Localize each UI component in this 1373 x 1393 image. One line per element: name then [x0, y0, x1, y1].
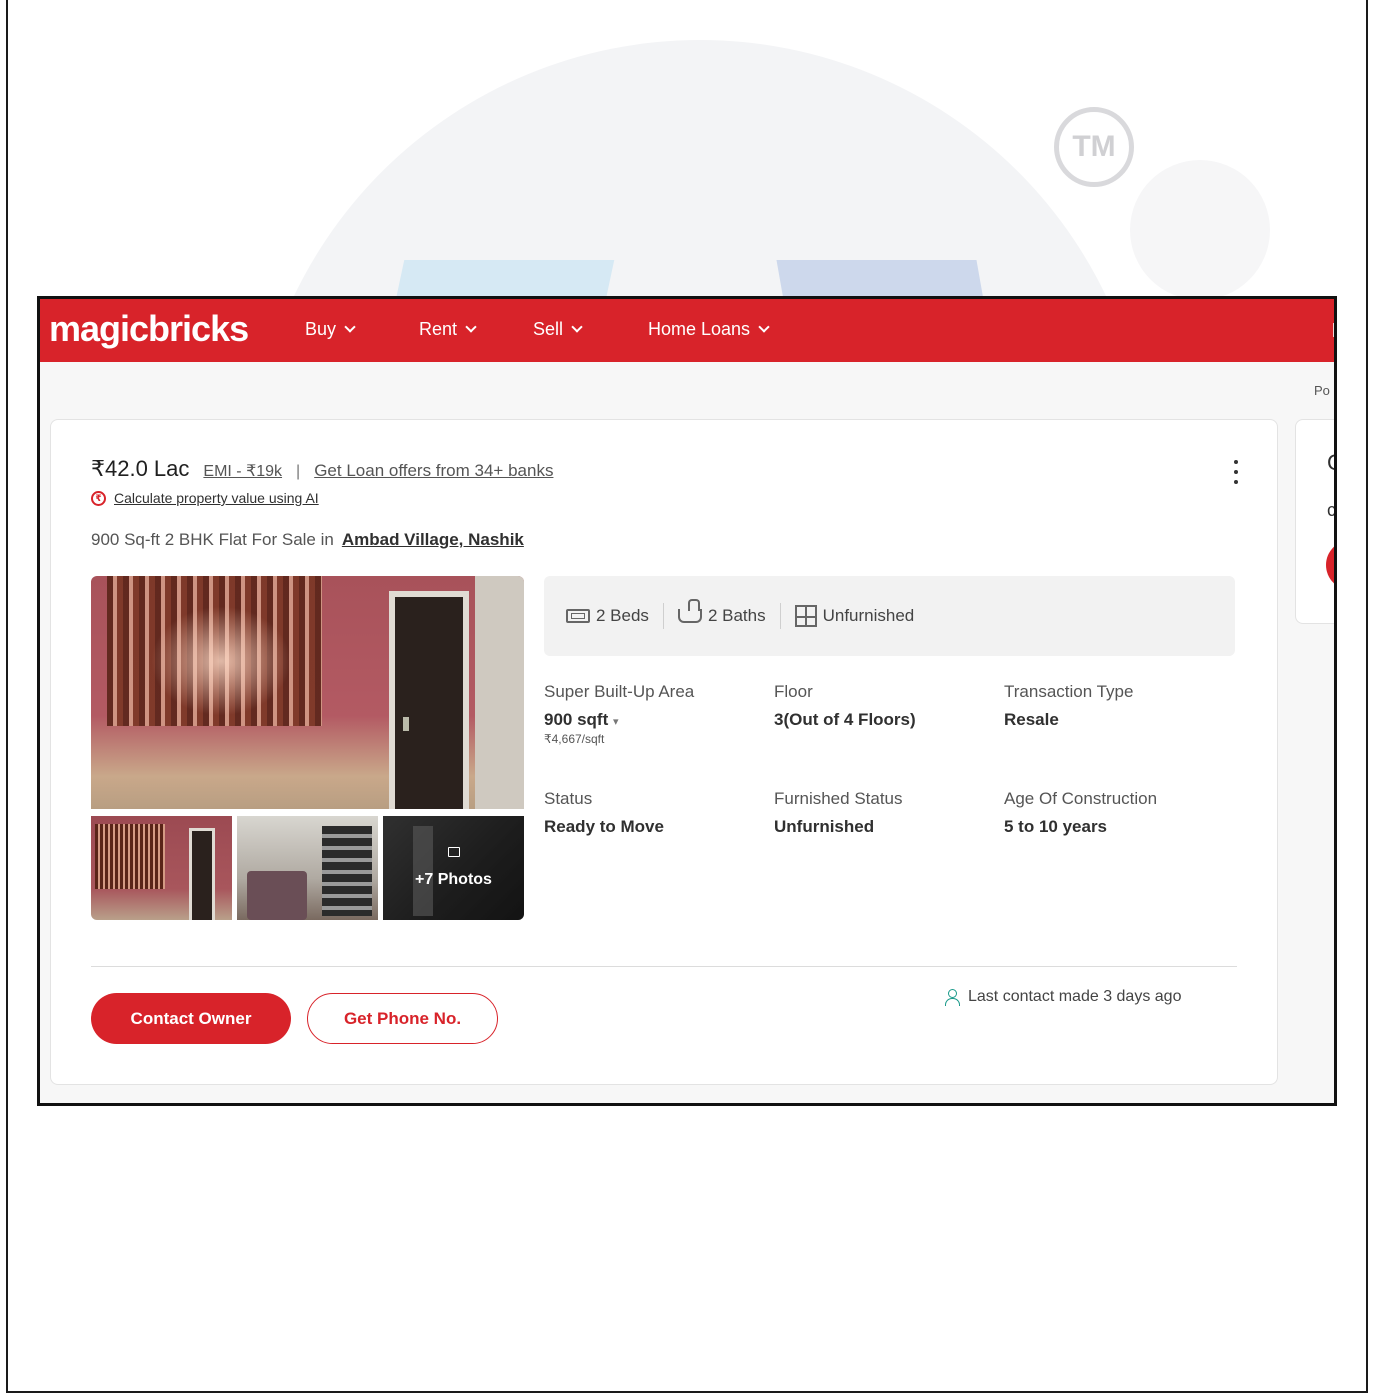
chevron-down-icon: [344, 321, 356, 333]
nav-rent-label: Rent: [419, 319, 458, 339]
photo-door: [389, 591, 469, 809]
magicbricks-logo[interactable]: magicbricks: [49, 308, 249, 350]
top-navigation: magicbricks Buy Rent Sell Home Loans: [40, 299, 1334, 362]
calculator-icon: ₹: [91, 490, 106, 506]
nav-sell[interactable]: Sell: [533, 319, 583, 340]
more-photos-overlay[interactable]: +7 Photos: [383, 816, 524, 920]
chevron-down-icon: [465, 321, 477, 333]
photo-light: [151, 606, 291, 716]
caret-down-icon[interactable]: ▾: [613, 716, 619, 728]
screenshot-window: magicbricks Buy Rent Sell Home Loans Po …: [37, 296, 1337, 1106]
amenity-furnishing-label: Unfurnished: [822, 606, 915, 625]
watermark-band: [776, 260, 984, 300]
price-separator: |: [296, 463, 301, 480]
spec-status: Status Ready to Move: [544, 789, 664, 837]
breadcrumb[interactable]: Po: [1314, 383, 1330, 398]
locality-link[interactable]: Ambad Village, Nashik: [342, 530, 524, 550]
last-contact-text: Last contact made 3 days ago: [968, 988, 1182, 1005]
spec-status-value: Ready to Move: [544, 817, 664, 836]
price-per-sqft: ₹4,667/sqft: [544, 732, 605, 746]
spec-age: Age Of Construction 5 to 10 years: [1004, 789, 1157, 837]
image-icon: [447, 847, 460, 857]
bath-icon: [677, 599, 702, 623]
amenity-baths-label: 2 Baths: [707, 606, 766, 625]
spec-transaction: Transaction Type Resale: [1004, 682, 1133, 730]
property-title: 900 Sq-ft 2 BHK Flat For Sale in Ambad V…: [91, 530, 524, 550]
amenity-furnishing: Unfurnished: [794, 605, 915, 627]
side-panel-heading: C: [1327, 450, 1334, 476]
watermark-background: TM: [0, 0, 1373, 300]
main-property-photo[interactable]: [91, 576, 524, 809]
spec-transaction-label: Transaction Type: [1004, 682, 1134, 701]
emi-link[interactable]: EMI - ₹19k: [203, 461, 282, 481]
spec-area-value: 900 sqft: [544, 710, 609, 729]
trademark-icon: TM: [1054, 107, 1134, 187]
photo-thumbnail[interactable]: [237, 816, 378, 920]
side-panel-button[interactable]: [1326, 540, 1334, 590]
watermark-shape: [1130, 160, 1270, 300]
property-card: ₹42.0 Lac EMI - ₹19k | Get Loan offers f…: [50, 419, 1278, 1085]
nav-buy[interactable]: Buy: [305, 319, 356, 340]
nav-sell-label: Sell: [533, 319, 564, 339]
calculate-value-row[interactable]: ₹ Calculate property value using AI: [91, 490, 319, 506]
user-icon: [944, 989, 960, 1006]
spec-floor-value: 3(Out of 4 Floors): [774, 710, 916, 729]
get-phone-button[interactable]: Get Phone No.: [307, 993, 498, 1044]
spec-transaction-value: Resale: [1004, 710, 1059, 729]
nav-home-loans[interactable]: Home Loans: [648, 319, 770, 340]
more-options-icon[interactable]: [1231, 460, 1241, 484]
spec-floor: Floor 3(Out of 4 Floors): [774, 682, 916, 730]
spec-area-label: Super Built-Up Area: [544, 682, 695, 701]
spec-area: Super Built-Up Area 900 sqft ▾ ₹4,667/sq…: [544, 682, 694, 746]
amenities-bar: 2 Beds 2 Baths Unfurnished: [544, 576, 1235, 656]
price-row: ₹42.0 Lac EMI - ₹19k | Get Loan offers f…: [91, 456, 553, 482]
spec-furnished-value: Unfurnished: [774, 817, 875, 836]
contact-owner-button[interactable]: Contact Owner: [91, 993, 291, 1044]
nav-buy-label: Buy: [305, 319, 337, 339]
watermark-band: [395, 260, 615, 300]
spec-age-value: 5 to 10 years: [1004, 817, 1108, 836]
spec-furnished: Furnished Status Unfurnished: [774, 789, 903, 837]
more-photos-thumbnail[interactable]: +7 Photos: [383, 816, 524, 920]
bed-icon: [566, 609, 590, 623]
price: ₹42.0 Lac: [91, 456, 190, 481]
property-title-text: 900 Sq-ft 2 BHK Flat For Sale in: [91, 530, 334, 549]
chevron-down-icon: [758, 321, 770, 333]
amenity-divider: [662, 603, 664, 629]
nav-home-loans-label: Home Loans: [648, 319, 751, 339]
furniture-icon: [794, 605, 817, 627]
spec-age-label: Age Of Construction: [1004, 789, 1158, 808]
loan-offers-link[interactable]: Get Loan offers from 34+ banks: [314, 461, 553, 481]
nav-rent[interactable]: Rent: [419, 319, 477, 340]
nav-edge-marker: [1333, 323, 1334, 337]
amenity-baths: 2 Baths: [677, 599, 766, 626]
card-divider: [91, 966, 1237, 967]
spec-furnished-label: Furnished Status: [774, 789, 903, 808]
side-panel-text: c: [1327, 500, 1336, 520]
more-photos-label: +7 Photos: [415, 871, 492, 888]
photo-thumbnail[interactable]: [91, 816, 232, 920]
amenity-divider: [779, 603, 781, 629]
globe-watermark: [250, 40, 1150, 300]
spec-area-value-row[interactable]: 900 sqft ▾: [544, 710, 694, 730]
photo-wall: [475, 576, 524, 809]
side-panel-card: C c: [1295, 419, 1336, 624]
calculate-value-link[interactable]: Calculate property value using AI: [114, 490, 319, 506]
amenity-beds-label: 2 Beds: [596, 606, 649, 625]
amenity-beds: 2 Beds: [566, 606, 649, 626]
spec-status-label: Status: [544, 789, 593, 808]
chevron-down-icon: [571, 321, 583, 333]
last-contact-info: Last contact made 3 days ago: [944, 988, 1181, 1006]
spec-floor-label: Floor: [774, 682, 813, 701]
